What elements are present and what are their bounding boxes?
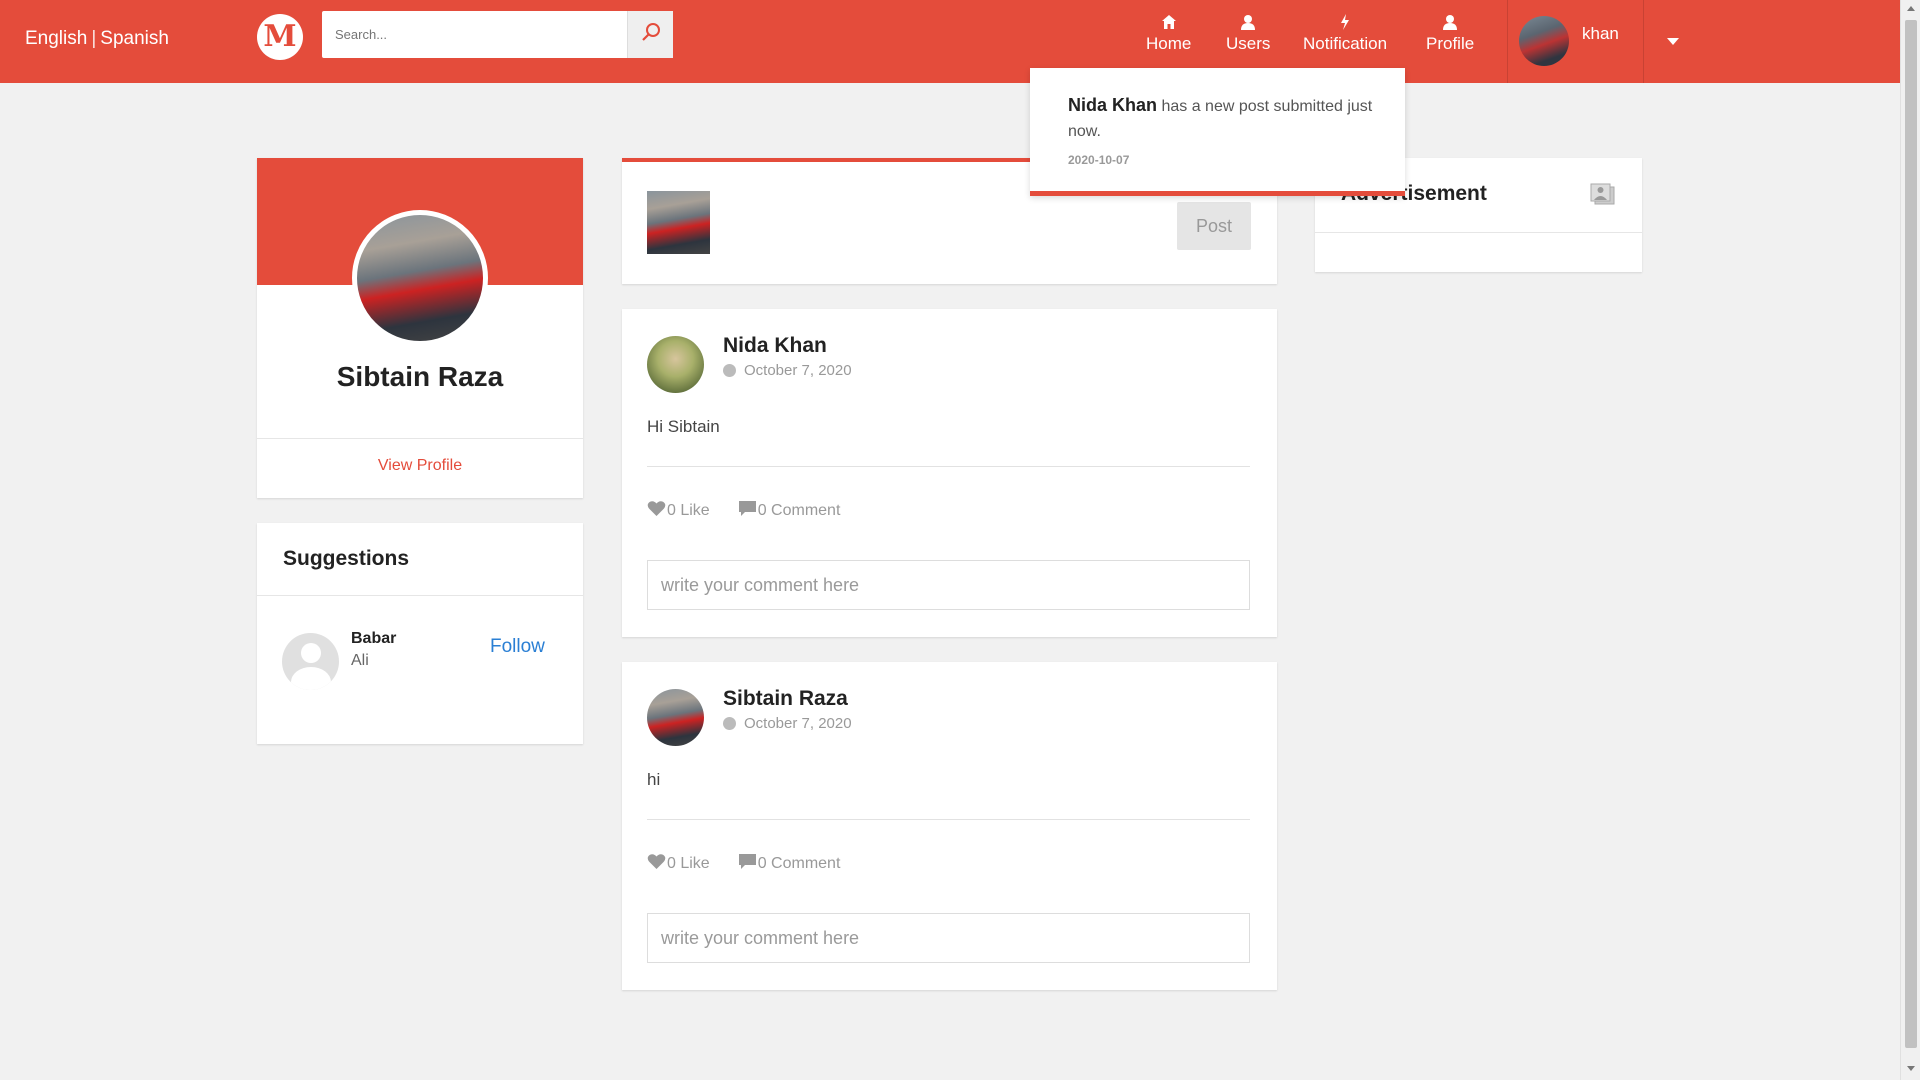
heart-icon [647, 500, 667, 522]
view-profile-link[interactable]: View Profile [257, 457, 583, 475]
like-button[interactable]: 0 Like [647, 853, 710, 875]
nav-profile-label: Profile [1426, 34, 1475, 53]
comment-button[interactable]: 0 Comment [738, 500, 841, 522]
clock-icon [723, 717, 736, 730]
like-button[interactable]: 0 Like [647, 500, 710, 522]
comment-button[interactable]: 0 Comment [738, 853, 841, 875]
post-date: October 7, 2020 [723, 715, 852, 732]
avatar [647, 191, 710, 254]
divider [647, 819, 1250, 820]
language-switcher: English | Spanish [25, 28, 169, 50]
feed-post: Sibtain Raza October 7, 2020 hi 0 Like 0… [622, 662, 1277, 990]
notification-author: Nida Khan [1068, 95, 1158, 115]
comment-icon [738, 853, 758, 875]
clock-icon [723, 364, 736, 377]
avatar[interactable] [647, 689, 704, 746]
post-author[interactable]: Sibtain Raza [723, 687, 848, 711]
comment-input[interactable] [647, 560, 1250, 610]
post-date-text: October 7, 2020 [744, 715, 852, 732]
language-separator: | [91, 28, 97, 49]
profile-card: Sibtain Raza View Profile [257, 158, 583, 498]
comment-input[interactable] [647, 913, 1250, 963]
scroll-up-icon[interactable] [1907, 6, 1915, 11]
post-actions: 0 Like 0 Comment [647, 500, 840, 522]
comment-icon [738, 500, 758, 522]
like-count: 0 Like [667, 855, 710, 872]
post-date-text: October 7, 2020 [744, 362, 852, 379]
nav-notification[interactable]: Notification [1303, 14, 1387, 54]
search-box [322, 11, 673, 58]
suggestion-last-name: Ali [351, 652, 369, 669]
images-icon [1590, 183, 1616, 212]
scrollbar-thumb[interactable] [1905, 20, 1917, 1048]
comment-count: 0 Comment [757, 855, 841, 872]
users-icon [1226, 14, 1270, 34]
suggestion-first-name[interactable]: Babar [351, 630, 396, 648]
suggestions-title: Suggestions [283, 547, 410, 570]
notification-item[interactable]: Nida Khan has a new post submitted just … [1068, 93, 1378, 144]
user-name[interactable]: khan [1582, 24, 1619, 44]
follow-button[interactable]: Follow [490, 636, 545, 658]
post-button[interactable]: Post [1177, 202, 1251, 250]
divider [257, 438, 583, 439]
nav-home[interactable]: Home [1146, 14, 1191, 54]
home-icon [1146, 14, 1191, 34]
nav-divider [1507, 0, 1508, 83]
post-author[interactable]: Nida Khan [723, 334, 827, 358]
post-text: hi [647, 770, 661, 789]
like-count: 0 Like [667, 502, 710, 519]
site-logo[interactable]: M [257, 14, 303, 60]
nav-users[interactable]: Users [1226, 14, 1270, 54]
bolt-icon [1303, 14, 1387, 34]
profile-photo[interactable] [352, 210, 488, 346]
profile-name: Sibtain Raza [336, 361, 504, 392]
vertical-scrollbar[interactable] [1900, 0, 1920, 1080]
divider [257, 595, 583, 596]
search-input[interactable] [322, 11, 627, 58]
suggestions-card: Suggestions Babar Ali Follow [257, 523, 583, 744]
search-button[interactable] [627, 11, 673, 58]
post-actions: 0 Like 0 Comment [647, 853, 840, 875]
language-spanish-link[interactable]: Spanish [100, 28, 169, 49]
search-icon [641, 22, 661, 47]
scroll-down-icon[interactable] [1907, 1066, 1915, 1071]
notification-date: 2020-10-07 [1068, 153, 1130, 167]
notification-dropdown: Nida Khan has a new post submitted just … [1030, 68, 1405, 196]
profile-icon [1426, 14, 1474, 34]
language-english-link[interactable]: English [25, 28, 87, 49]
avatar[interactable] [647, 336, 704, 393]
divider [1315, 232, 1642, 233]
nav-notification-label: Notification [1303, 34, 1388, 53]
heart-icon [647, 853, 667, 875]
nav-home-label: Home [1146, 34, 1192, 53]
post-date: October 7, 2020 [723, 362, 852, 379]
user-avatar[interactable] [1519, 16, 1569, 66]
avatar[interactable] [282, 633, 339, 690]
feed-post: Nida Khan October 7, 2020 Hi Sibtain 0 L… [622, 309, 1277, 637]
post-text: Hi Sibtain [647, 417, 720, 436]
comment-count: 0 Comment [757, 502, 841, 519]
nav-profile[interactable]: Profile [1426, 14, 1474, 54]
top-navbar: English|Spanish M Home Users Notificatio… [0, 0, 1900, 83]
chevron-down-icon[interactable] [1667, 38, 1679, 45]
nav-divider [1643, 0, 1644, 83]
divider [647, 466, 1250, 467]
nav-users-label: Users [1226, 34, 1271, 53]
